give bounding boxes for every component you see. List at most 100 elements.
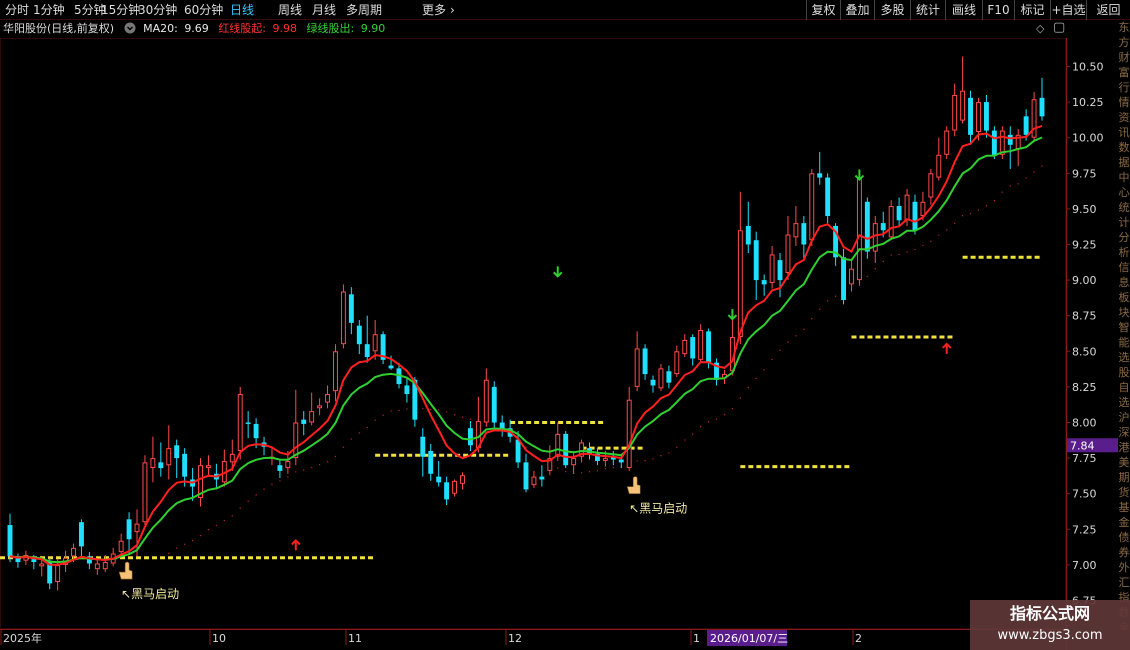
square-icon[interactable]: ▢	[1053, 20, 1065, 35]
candle-body	[880, 223, 886, 231]
period-tab[interactable]: 周线	[278, 2, 302, 18]
ma20-dot	[287, 476, 289, 478]
candle-body	[325, 394, 330, 403]
indicator-dropdown-icon[interactable]	[124, 20, 136, 38]
ma20-dot	[890, 254, 892, 256]
side-panel-glyph: 心	[1118, 186, 1130, 199]
side-panel-glyph: 港	[1118, 441, 1130, 454]
period-tab[interactable]: 日线	[230, 2, 254, 18]
sell-arrow-icon	[553, 266, 563, 278]
candle-body	[856, 177, 862, 281]
period-tab[interactable]: 分时	[5, 2, 29, 18]
side-panel-glyph: 中	[1118, 171, 1130, 184]
hand-pointer-icon	[626, 476, 641, 494]
period-tab[interactable]: 60分钟	[184, 2, 223, 18]
side-panel-glyph: 美	[1118, 456, 1130, 469]
toolbar-button[interactable]: 返回	[1086, 0, 1130, 20]
side-panel-glyph: 能	[1118, 336, 1130, 349]
ma20-dot	[437, 409, 440, 411]
more-chevron-icon[interactable]: ›	[450, 2, 455, 18]
toolbar-button[interactable]: 多股	[874, 0, 910, 20]
candle-body	[737, 230, 743, 338]
side-panel-glyph: 分	[1118, 231, 1130, 244]
ma20-dot	[803, 328, 805, 331]
ma20-dot	[779, 349, 781, 352]
candle-body	[277, 465, 283, 471]
ma20-dot	[993, 199, 996, 202]
ma20-dot	[469, 418, 472, 420]
ma20-dot	[430, 408, 432, 411]
ma20-dot	[255, 494, 257, 496]
candle-body	[849, 268, 854, 285]
kline-chart[interactable]: 10.50 10.25 10.00 9.75 9.50 9.25 9.00 8.75 8.50 8…	[0, 38, 1118, 650]
side-panel-glyph: 选	[1118, 396, 1130, 409]
ma20-dot	[612, 466, 615, 469]
ma20-dot	[199, 534, 202, 537]
buy-arrow-icon	[942, 342, 952, 354]
candle-body	[825, 177, 831, 217]
ma20-dot	[652, 458, 654, 460]
toolbar-button[interactable]: +自选	[1050, 0, 1086, 20]
sell-arrow-icon	[854, 169, 865, 181]
candle-body	[237, 394, 243, 451]
ma20-dot	[898, 253, 900, 256]
ma20-dot	[668, 452, 670, 454]
toolbar-button[interactable]: F10	[982, 0, 1014, 20]
candle-body	[761, 280, 767, 285]
candle-body	[317, 405, 323, 409]
ma20-dot	[819, 308, 821, 310]
x-tick-label: 12	[508, 632, 522, 645]
candle-body	[936, 154, 942, 178]
ma20-dot	[763, 369, 765, 371]
toolbar-button[interactable]: 标记	[1014, 0, 1050, 20]
period-tab[interactable]: 月线	[312, 2, 336, 18]
candle-body	[666, 371, 672, 383]
toolbar-button[interactable]: 叠加	[840, 0, 874, 20]
period-tab[interactable]: 15分钟	[101, 2, 140, 18]
annotation-label: ↖黑马启动	[629, 502, 687, 516]
ma20-dot	[398, 409, 400, 412]
ma-value: 9.69	[184, 22, 209, 35]
period-tab[interactable]: 多周期	[346, 2, 382, 18]
ma20-dot	[326, 461, 329, 463]
candle-body	[841, 257, 846, 301]
toolbar-button[interactable]: 统计	[910, 0, 945, 20]
ma20-dot	[191, 539, 194, 542]
candle-body	[690, 337, 696, 359]
candle-body	[682, 339, 688, 355]
ma20-dot	[747, 386, 749, 389]
toolbar-button[interactable]: 画线	[945, 0, 982, 20]
candle-body	[285, 460, 291, 469]
green-line-label: 绿线股出:	[306, 22, 355, 35]
side-panel-strip: 东方财富行情资讯数据中心统计分析信息板块智能选股自选沪深港美期货基金债券外汇指数…	[1118, 20, 1130, 630]
side-panel-glyph: 期	[1118, 471, 1130, 484]
y-tick-label: 10.25	[1072, 96, 1104, 109]
side-panel-glyph: 息	[1118, 276, 1130, 289]
side-panel-glyph: 情	[1118, 96, 1130, 109]
ma20-dot	[445, 411, 448, 413]
green-line-value: 9.90	[360, 22, 386, 35]
ma20-dot	[580, 472, 583, 474]
ma20-dot	[295, 471, 297, 473]
period-tab[interactable]: 更多	[422, 2, 446, 18]
period-tab[interactable]: 1分钟	[33, 2, 65, 18]
ma20-dot	[636, 460, 638, 462]
ma20-dot	[953, 222, 956, 225]
ma20-dot	[596, 470, 599, 472]
ma20-dot	[969, 213, 972, 215]
candle-body	[912, 201, 918, 231]
ma20-dot	[1017, 183, 1019, 185]
diamond-icon[interactable]: ◇	[1036, 22, 1044, 35]
x-tick-label: 1	[693, 632, 700, 645]
candle-body	[960, 90, 966, 121]
period-tab[interactable]: 30分钟	[138, 2, 177, 18]
candle-body	[78, 522, 84, 547]
y-tick-label: 10.50	[1072, 60, 1104, 73]
candle-body	[920, 201, 926, 217]
red-line-value: 9.98	[272, 22, 298, 35]
toolbar-button[interactable]: 复权	[806, 0, 840, 20]
candle-body	[864, 201, 870, 252]
ma20-dot	[771, 358, 773, 361]
candle-body	[333, 351, 338, 392]
y-tick-label: 8.75	[1072, 310, 1097, 323]
